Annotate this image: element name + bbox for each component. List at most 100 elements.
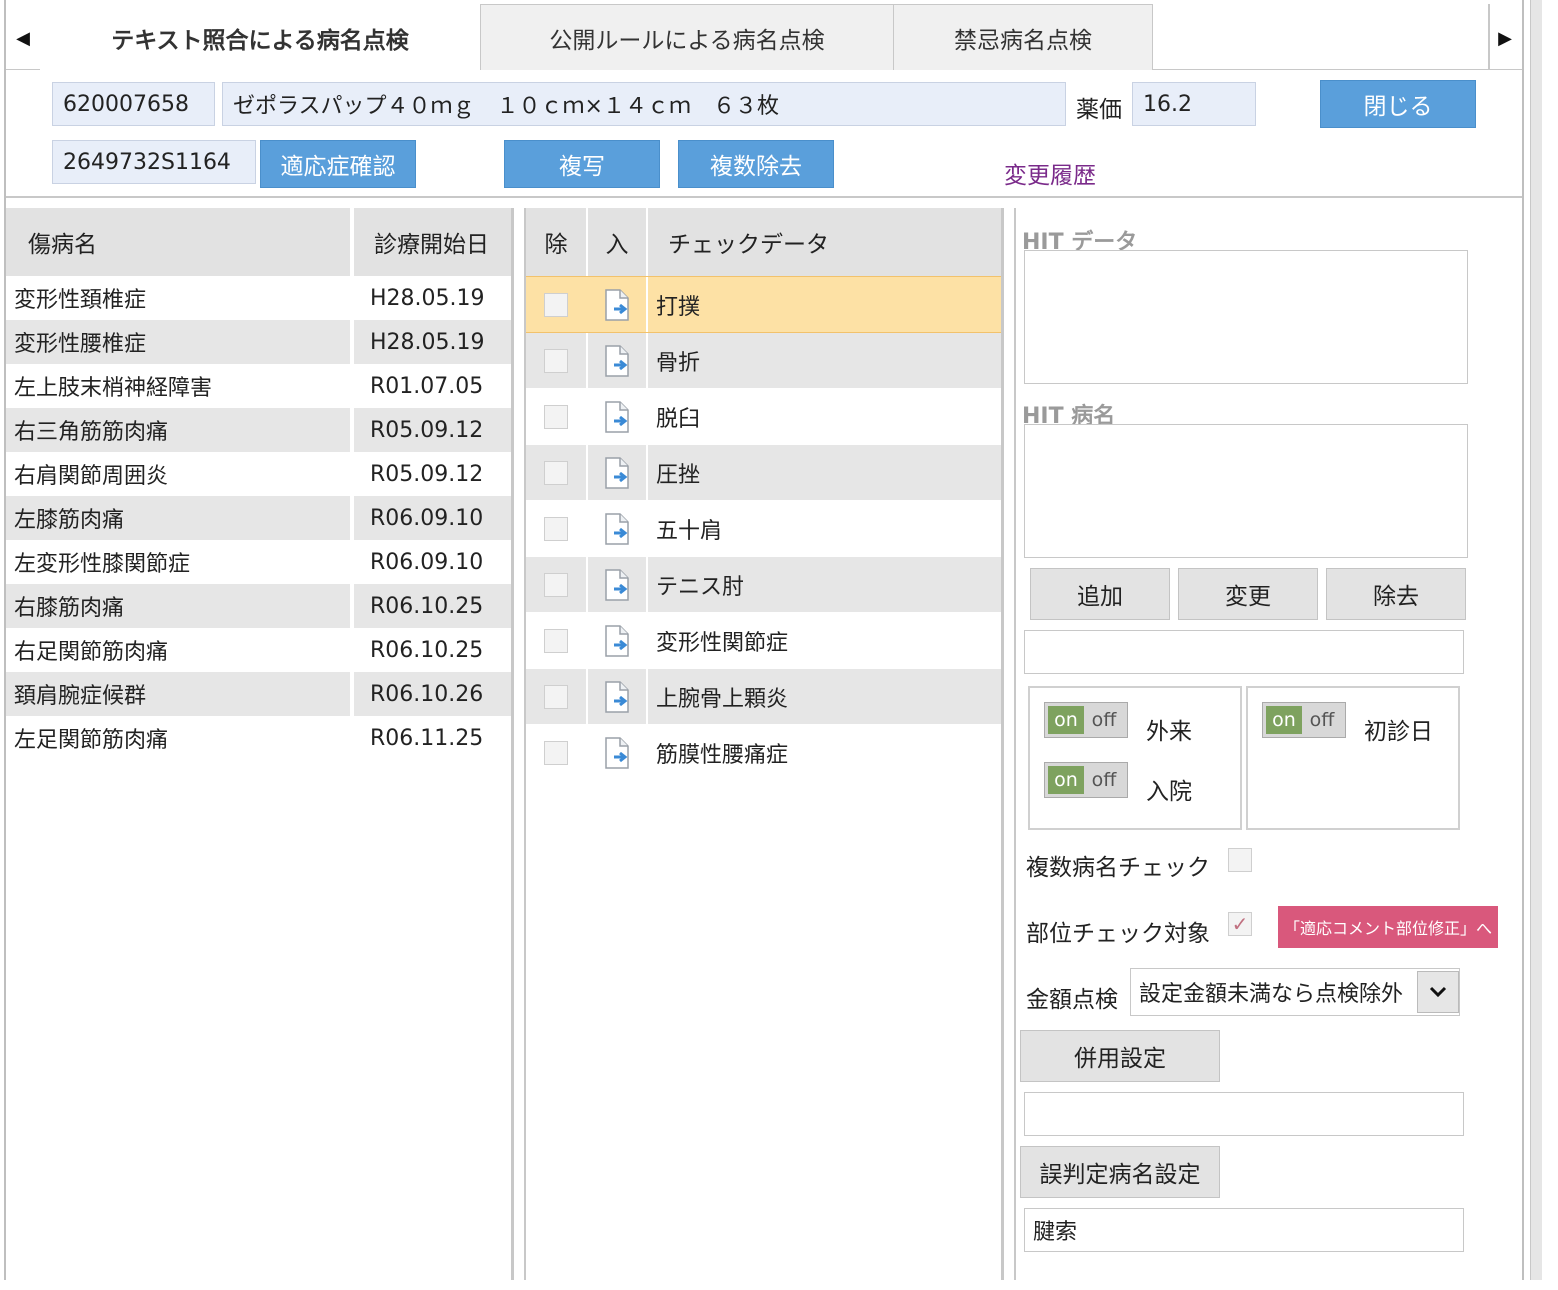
insert-document-icon[interactable]: [588, 288, 646, 321]
check-data-label: 上腕骨上顆炎: [656, 686, 789, 712]
check-data-label: 骨折: [656, 350, 701, 376]
tab-scroll-right-icon[interactable]: ▶: [1490, 20, 1520, 56]
multi-remove-button[interactable]: 複数除去: [678, 140, 834, 188]
disease-row[interactable]: 右足関節筋肉痛 R06.10.25: [6, 628, 511, 672]
check-row[interactable]: テニス肘: [526, 557, 1001, 613]
insert-document-icon[interactable]: [588, 736, 646, 769]
start-date: R06.09.10: [370, 505, 484, 531]
tab-text-match[interactable]: テキスト照合による病名点検: [40, 4, 480, 71]
disease-row[interactable]: 右肩関節周囲炎 R05.09.12: [6, 452, 511, 496]
check-row[interactable]: 打撲: [526, 276, 1001, 333]
first-visit-toggle[interactable]: on off: [1262, 702, 1346, 738]
close-button[interactable]: 閉じる: [1320, 80, 1476, 128]
hit-disease-box[interactable]: [1024, 424, 1468, 558]
copy-button[interactable]: 複写: [504, 140, 660, 188]
check-data-panel: 除 入 チェックデータ 打撲骨折脱臼 圧挫 五十肩 テニス肘 変形性関節症上腕骨上顆炎筋…: [524, 208, 1004, 1280]
combo-setting-button[interactable]: 併用設定: [1020, 1030, 1220, 1082]
check-list: 打撲骨折脱臼 圧挫 五十肩 テニス肘 変形性関節症上腕骨上顆炎 筋膜性腰痛症: [526, 276, 1001, 781]
change-button[interactable]: 変更: [1178, 568, 1318, 620]
toggle-off-label: off: [1091, 709, 1117, 731]
disease-row[interactable]: 右膝筋肉痛 R06.10.25: [6, 584, 511, 628]
start-date-header: 診療開始日: [374, 232, 489, 258]
inpatient-toggle[interactable]: on off: [1044, 762, 1128, 798]
disease-name: 右足関節筋肉痛: [14, 640, 169, 665]
disease-row[interactable]: 左膝筋肉痛 R06.09.10: [6, 496, 511, 540]
drug-name-field: ゼポラスパップ４０ｍｇ １０ｃｍ×１４ｃｍ ６３枚: [222, 82, 1066, 126]
disease-row[interactable]: 左足関節筋肉痛 R06.11.25: [6, 716, 511, 760]
amount-check-select[interactable]: 設定金額未満なら点検除外: [1130, 968, 1460, 1016]
insert-document-icon[interactable]: [588, 400, 646, 433]
start-date: R06.09.10: [370, 549, 484, 575]
check-data-label: 打撲: [656, 294, 701, 320]
remove-checkbox[interactable]: [544, 628, 568, 653]
check-row[interactable]: 骨折: [526, 333, 1001, 389]
remove-checkbox[interactable]: [544, 460, 568, 485]
start-date: R06.10.25: [370, 593, 484, 619]
check-row[interactable]: 上腕骨上顆炎: [526, 669, 1001, 725]
site-comment-fix-button[interactable]: 「適応コメント部位修正」へ: [1278, 906, 1498, 948]
remove-checkbox[interactable]: [544, 292, 568, 317]
check-data-label: 筋膜性腰痛症: [656, 742, 789, 768]
remove-checkbox[interactable]: [544, 684, 568, 709]
insert-document-icon[interactable]: [588, 344, 646, 377]
disease-row[interactable]: 変形性頚椎症 H28.05.19: [6, 276, 511, 320]
misjudge-disease-field[interactable]: 腱索: [1024, 1208, 1464, 1252]
disease-row[interactable]: 右三角筋筋肉痛 R05.09.12: [6, 408, 511, 452]
remove-checkbox[interactable]: [544, 404, 568, 429]
check-row[interactable]: 五十肩: [526, 501, 1001, 557]
disease-name: 左足関節筋肉痛: [14, 728, 169, 753]
start-date: R05.09.12: [370, 461, 484, 487]
insert-document-icon[interactable]: [588, 456, 646, 489]
tab-scroll-left-icon[interactable]: ◀: [8, 20, 38, 56]
insert-document-icon[interactable]: [588, 512, 646, 545]
disease-name: 頚肩腕症候群: [14, 684, 147, 709]
remove-checkbox[interactable]: [544, 572, 568, 597]
disease-name: 変形性腰椎症: [14, 332, 147, 357]
disease-panel: 傷病名 診療開始日 変形性頚椎症 H28.05.19 変形性腰椎症 H28.05.19…: [6, 208, 514, 1280]
insert-document-icon[interactable]: [588, 568, 646, 601]
start-date: H28.05.19: [370, 285, 485, 311]
start-date: H28.05.19: [370, 329, 485, 355]
check-table-header: 除 入 チェックデータ: [526, 208, 1001, 276]
indication-check-button[interactable]: 適応症確認: [260, 140, 416, 188]
insert-document-icon[interactable]: [588, 624, 646, 657]
tab-public-rules[interactable]: 公開ルールによる病名点検: [480, 4, 894, 70]
remove-checkbox[interactable]: [544, 740, 568, 765]
tab-contraindication[interactable]: 禁忌病名点検: [893, 4, 1153, 70]
disease-row[interactable]: 頚肩腕症候群 R06.10.26: [6, 672, 511, 716]
header-divider: [6, 196, 1522, 198]
outpatient-toggle[interactable]: on off: [1044, 702, 1128, 738]
disease-row[interactable]: 左変形性膝関節症 R06.09.10: [6, 540, 511, 584]
drug-code-field: 620007658: [52, 82, 215, 126]
toggle-off-label: off: [1309, 709, 1335, 731]
first-visit-label: 初診日: [1364, 719, 1433, 745]
check-row[interactable]: 圧挫: [526, 445, 1001, 501]
remove-checkbox[interactable]: [544, 348, 568, 373]
hit-data-box[interactable]: [1024, 250, 1468, 384]
insert-document-icon[interactable]: [588, 680, 646, 713]
check-row[interactable]: 脱臼: [526, 389, 1001, 445]
inpatient-label: 入院: [1146, 779, 1192, 805]
multi-disease-checkbox[interactable]: [1228, 848, 1252, 872]
toggle-on-label: on: [1048, 706, 1084, 734]
disease-row[interactable]: 変形性腰椎症 H28.05.19: [6, 320, 511, 364]
disease-row[interactable]: 左上肢末梢神経障害 R01.07.05: [6, 364, 511, 408]
add-button[interactable]: 追加: [1030, 568, 1170, 620]
hit-input-field[interactable]: [1024, 630, 1464, 674]
chevron-down-icon[interactable]: [1417, 971, 1459, 1013]
amount-check-label: 金額点検: [1026, 987, 1118, 1013]
disease-name: 左変形性膝関節症: [14, 552, 191, 577]
check-row[interactable]: 筋膜性腰痛症: [526, 725, 1001, 781]
change-history-link[interactable]: 変更履歴: [1004, 156, 1096, 190]
disease-name: 変形性頚椎症: [14, 288, 147, 313]
disease-table-header: 傷病名 診療開始日: [6, 208, 511, 276]
disease-name-header: 傷病名: [28, 232, 97, 258]
misjudge-disease-button[interactable]: 誤判定病名設定: [1020, 1146, 1220, 1198]
check-row[interactable]: 変形性関節症: [526, 613, 1001, 669]
disease-name: 左膝筋肉痛: [14, 508, 125, 533]
combo-setting-field[interactable]: [1024, 1092, 1464, 1136]
site-check-checkbox[interactable]: ✓: [1228, 912, 1252, 936]
remove-checkbox[interactable]: [544, 516, 568, 541]
remove-button[interactable]: 除去: [1326, 568, 1466, 620]
vertical-scrollbar[interactable]: [1530, 0, 1542, 1280]
